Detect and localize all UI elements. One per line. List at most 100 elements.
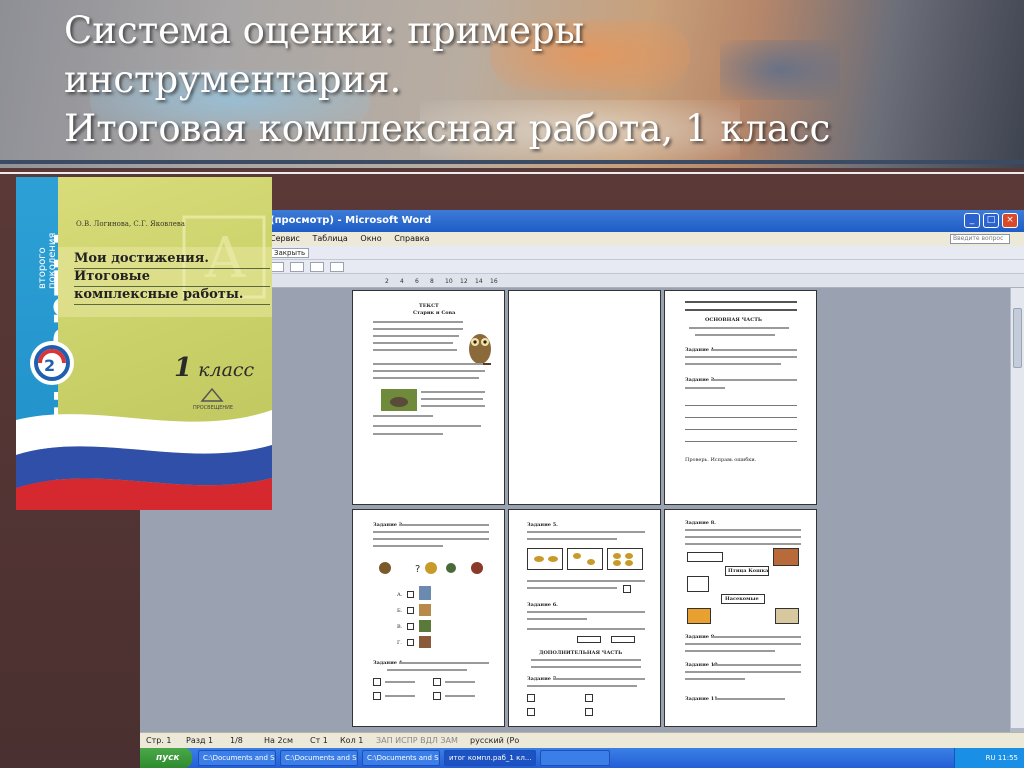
- title-rule: [74, 268, 270, 269]
- checkbox[interactable]: [433, 678, 441, 686]
- minimize-icon[interactable]: _: [964, 213, 980, 228]
- menu-item-service[interactable]: Сервис: [270, 234, 300, 243]
- page-footer-text: Проверь. Исправь ошибки.: [685, 457, 757, 463]
- ruler-tick: 2: [385, 278, 389, 285]
- help-search-input[interactable]: Введите вопрос: [950, 234, 1010, 244]
- answer-line: [685, 441, 797, 442]
- text-line: [421, 398, 483, 400]
- slide-title-line: инструментария.: [64, 58, 402, 101]
- text-line: [531, 666, 641, 668]
- text-line: [527, 685, 637, 687]
- preview-page[interactable]: ТЕКСТ Старик и Сова: [352, 290, 505, 505]
- scrollbar-thumb[interactable]: [1013, 308, 1022, 368]
- preview-page[interactable]: Задание 5. Задание 6. ДОПОЛНИТЕЛЬНАЯ ЧАС…: [508, 509, 661, 727]
- slide-title: Система оценки: примеры инструментария. …: [64, 6, 964, 153]
- checkbox[interactable]: [527, 708, 535, 716]
- status-line: Ст 1: [310, 736, 328, 745]
- toolbar-icon[interactable]: [310, 262, 324, 272]
- slide-header: Система оценки: примеры инструментария. …: [0, 0, 1024, 168]
- preview-page[interactable]: [508, 290, 661, 505]
- text-line: [373, 349, 457, 351]
- status-language: русский (Ро: [470, 736, 520, 745]
- text-line: [385, 695, 415, 697]
- taskbar-item[interactable]: [540, 750, 610, 766]
- ruler-tick: 8: [430, 278, 434, 285]
- checkbox[interactable]: [407, 639, 414, 646]
- toolbar-icon[interactable]: [270, 262, 284, 272]
- text-line: [527, 611, 645, 613]
- preview-page[interactable]: Задание 3. ? А. Б. В. Г. Задание 4.: [352, 509, 505, 727]
- book-cover-image: стандарты второго поколения А О.В. Логин…: [16, 177, 272, 510]
- close-icon[interactable]: ×: [1002, 213, 1018, 228]
- ruler-tick: 6: [415, 278, 419, 285]
- checkbox[interactable]: [407, 607, 414, 614]
- checkbox[interactable]: [433, 692, 441, 700]
- taskbar-item[interactable]: C:\Documents and Se...: [362, 750, 440, 766]
- taskbar-item-active[interactable]: итог компл.раб_1 кл...: [444, 750, 536, 766]
- checkbox[interactable]: [373, 692, 381, 700]
- status-modes: ЗАП ИСПР ВДЛ ЗАМ: [376, 736, 458, 745]
- task-label: Задание 6.: [527, 602, 558, 608]
- animals-row-picture: ?: [379, 562, 483, 575]
- vertical-scrollbar[interactable]: [1010, 288, 1024, 728]
- tricolor-wave-decoration: [16, 410, 272, 510]
- close-preview-button[interactable]: Закрыть: [270, 248, 310, 258]
- taskbar-item[interactable]: C:\Documents and Se...: [280, 750, 358, 766]
- text-line: [373, 415, 433, 417]
- text-line: [711, 379, 797, 381]
- text-line: [527, 628, 645, 630]
- text-line: [685, 387, 725, 389]
- svg-text:2: 2: [44, 356, 55, 375]
- preview-page[interactable]: ОСНОВНАЯ ЧАСТЬ Задание 1. Задание 2. Про…: [664, 290, 817, 505]
- checkbox[interactable]: [407, 623, 414, 630]
- text-line: [685, 356, 797, 358]
- picture-card: [687, 608, 711, 624]
- menu-item-window[interactable]: Окно: [360, 234, 381, 243]
- checkbox[interactable]: [373, 678, 381, 686]
- text-line: [685, 529, 801, 531]
- checkbox[interactable]: [585, 708, 593, 716]
- answer-box[interactable]: [577, 636, 601, 643]
- toolbar-icon[interactable]: [330, 262, 344, 272]
- menu-item-help[interactable]: Справка: [394, 234, 429, 243]
- text-line: [373, 425, 481, 427]
- answer-box[interactable]: [623, 585, 631, 593]
- start-button[interactable]: пуск: [140, 748, 192, 768]
- option-picture: [419, 604, 431, 616]
- book-authors: О.В. Логинова, С.Г. Яковлева: [76, 220, 185, 228]
- horizontal-ruler[interactable]: 2 4 6 8 10 12 14 16: [140, 274, 1024, 288]
- page-heading: ТЕКСТ: [419, 303, 439, 309]
- text-line: [527, 618, 587, 620]
- text-line: [445, 681, 475, 683]
- window-controls: _ □ ×: [964, 213, 1018, 228]
- option-label: А.: [397, 592, 403, 598]
- checkbox[interactable]: [407, 591, 414, 598]
- checkbox[interactable]: [527, 694, 535, 702]
- tray-language[interactable]: RU: [986, 754, 996, 762]
- text-line: [373, 433, 443, 435]
- checkbox[interactable]: [585, 694, 593, 702]
- text-line: [685, 678, 745, 680]
- section-heading: ДОПОЛНИТЕЛЬНАЯ ЧАСТЬ: [539, 650, 623, 656]
- series-subtitle: второго поколения: [37, 233, 58, 289]
- text-line: [421, 391, 485, 393]
- preview-page[interactable]: Задание 8. Птица Кошка Насекомые Задание…: [664, 509, 817, 727]
- text-line: [373, 538, 489, 540]
- option-picture: [419, 636, 431, 648]
- answer-box[interactable]: [611, 636, 635, 643]
- svg-text:?: ?: [415, 564, 420, 575]
- text-line: [695, 334, 775, 336]
- text-line: [399, 524, 489, 526]
- menu-item-table[interactable]: Таблица: [312, 234, 347, 243]
- taskbar-item[interactable]: C:\Documents and Se...: [198, 750, 276, 766]
- toolbar-icon[interactable]: [290, 262, 304, 272]
- text-line: [373, 335, 459, 337]
- option-label: В.: [397, 624, 403, 630]
- task-label: Задание 8.: [685, 520, 716, 526]
- series-logo-icon: 2: [30, 341, 74, 385]
- picture-card: [773, 548, 799, 566]
- text-line: [373, 328, 463, 330]
- maximize-icon[interactable]: □: [983, 213, 999, 228]
- text-line: [445, 695, 475, 697]
- text-line: [373, 321, 463, 323]
